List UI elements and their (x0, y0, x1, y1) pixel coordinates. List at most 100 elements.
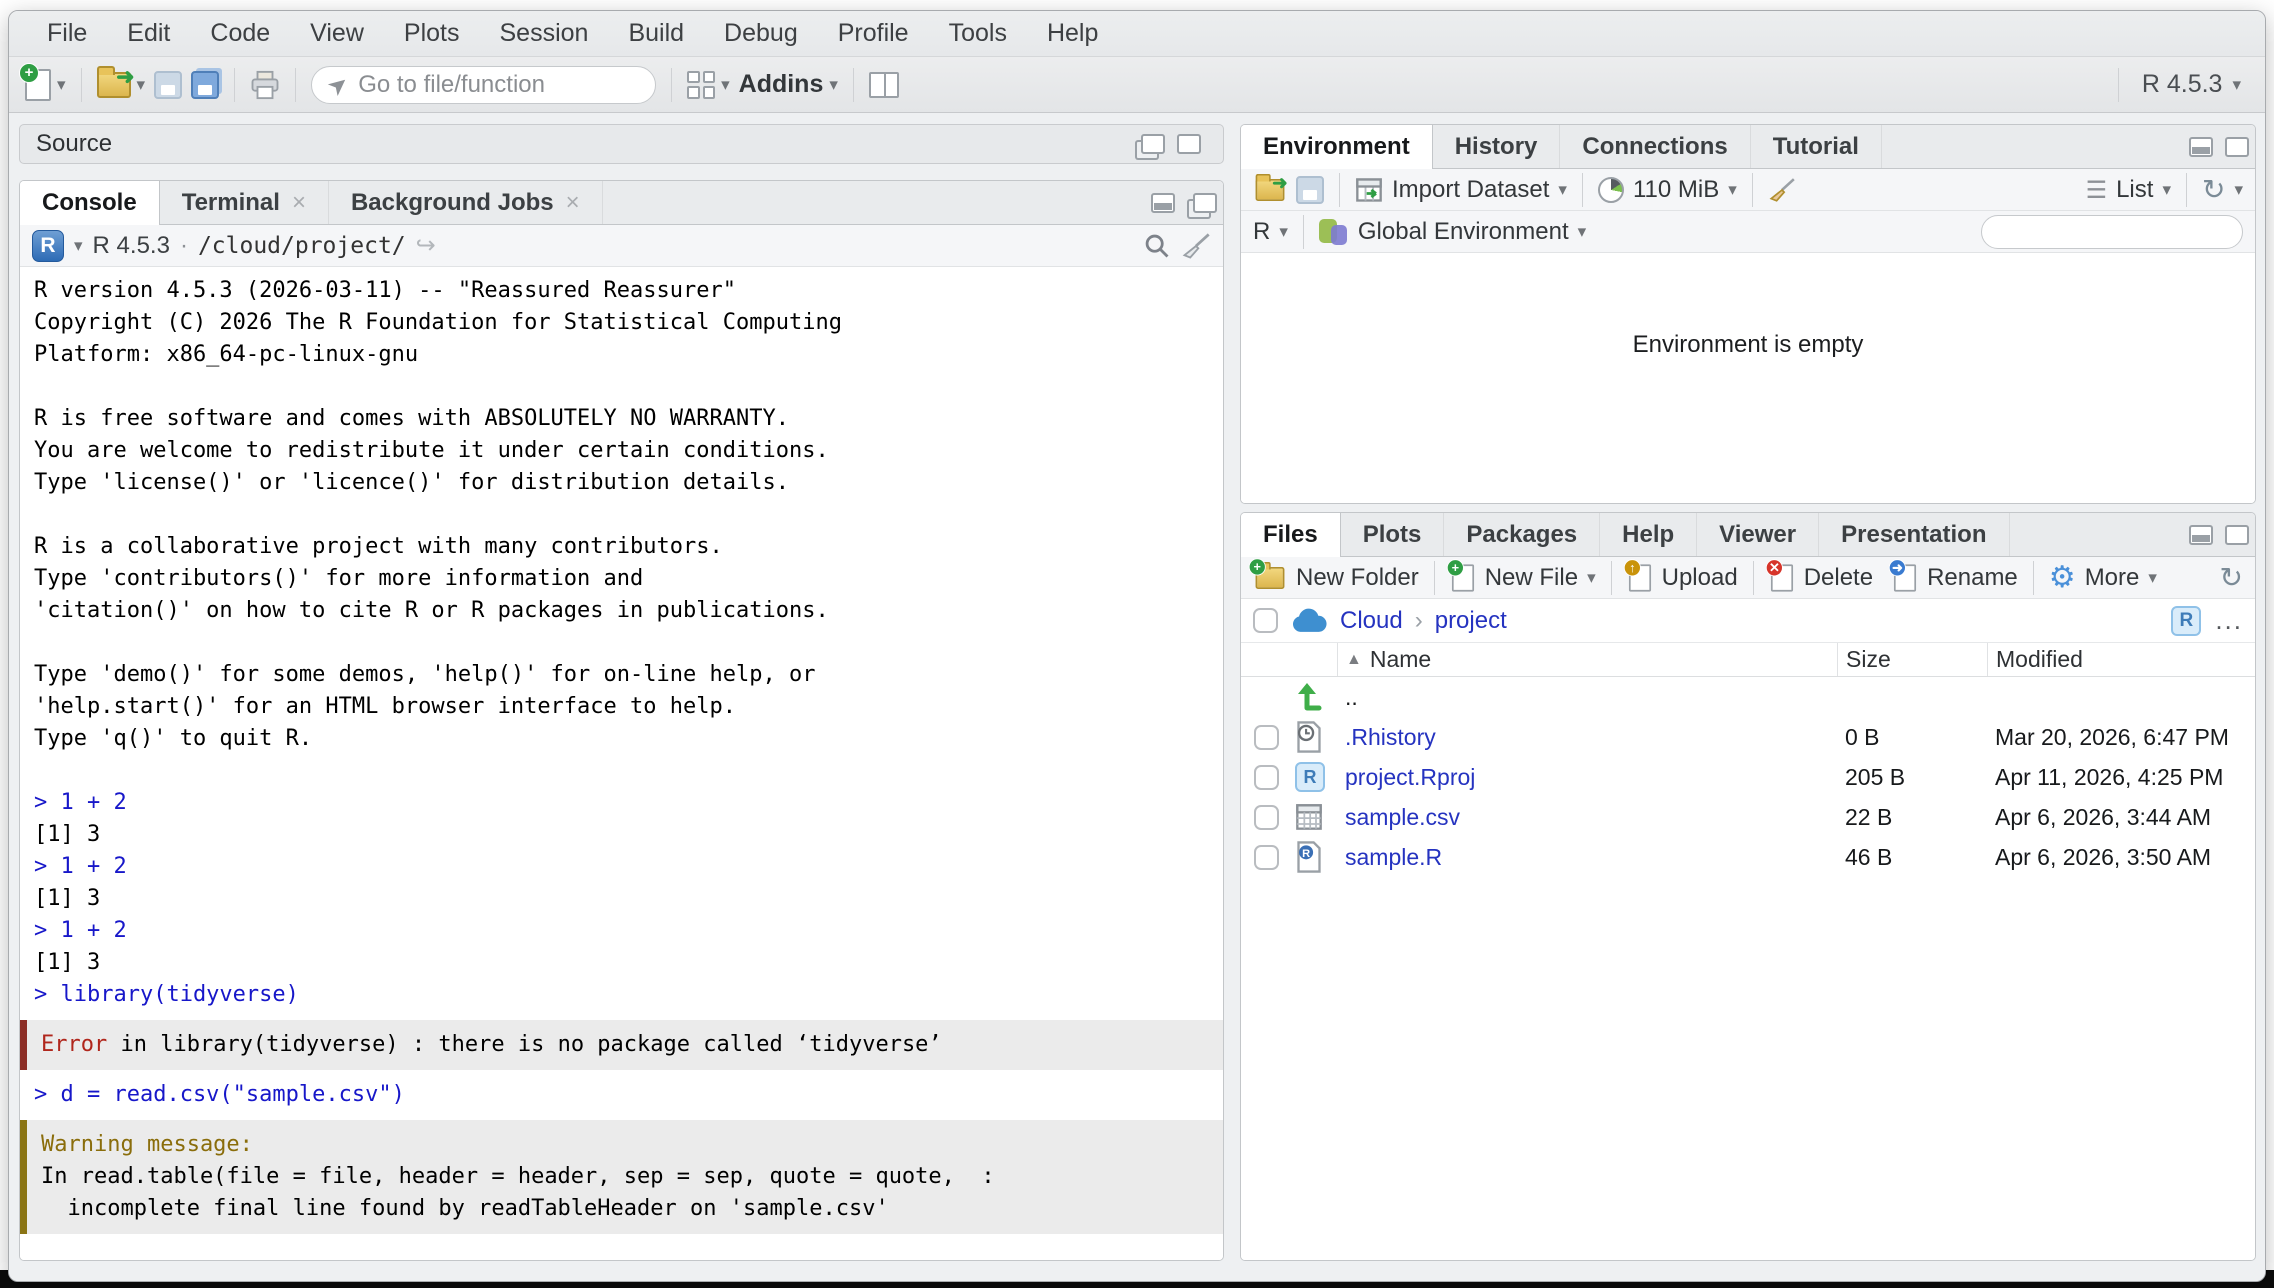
breadcrumb-cloud-link[interactable]: Cloud (1340, 607, 1403, 635)
save-workspace-icon[interactable] (1296, 176, 1324, 204)
r-project-badge-icon[interactable]: R (2171, 606, 2201, 636)
minimize-pane-icon[interactable] (1151, 193, 1175, 213)
chevron-down-icon[interactable]: ▾ (1728, 180, 1737, 200)
chevron-down-icon[interactable]: ▾ (829, 75, 838, 95)
minimize-pane-icon[interactable] (2189, 137, 2213, 157)
file-name-link[interactable]: sample.csv (1337, 804, 1837, 831)
chevron-down-icon[interactable]: ▾ (57, 75, 66, 95)
load-workspace-icon[interactable]: ➜ (1256, 178, 1285, 200)
menu-file[interactable]: File (27, 19, 107, 48)
chevron-down-icon[interactable]: ▾ (2148, 568, 2157, 588)
breadcrumb-project-link[interactable]: project (1435, 607, 1507, 635)
file-checkbox[interactable] (1254, 765, 1279, 790)
maximize-pane-icon[interactable] (2225, 137, 2249, 157)
menu-view[interactable]: View (290, 19, 384, 48)
breadcrumb-ellipsis-button[interactable]: ... (2215, 605, 2243, 636)
console-output[interactable]: R version 4.5.3 (2026-03-11) -- "Reassur… (20, 267, 1223, 1260)
chevron-down-icon[interactable]: ▾ (1558, 180, 1567, 200)
rename-button[interactable]: Rename (1927, 564, 2018, 592)
tab-connections[interactable]: Connections (1560, 125, 1750, 168)
delete-button[interactable]: Delete (1804, 564, 1873, 592)
tab-plots[interactable]: Plots (1341, 513, 1445, 556)
chevron-down-icon[interactable]: ▾ (721, 75, 730, 95)
new-file-button[interactable]: + ▾ (25, 69, 66, 101)
import-dataset-icon[interactable] (1355, 176, 1383, 204)
tab-files[interactable]: Files (1241, 513, 1341, 557)
tab-tutorial[interactable]: Tutorial (1751, 125, 1882, 168)
tab-presentation[interactable]: Presentation (1819, 513, 2009, 556)
tab-environment[interactable]: Environment (1241, 125, 1433, 169)
menu-edit[interactable]: Edit (107, 19, 190, 48)
workspace-panes-button[interactable]: ▾ (687, 71, 730, 99)
chevron-down-icon[interactable]: ▾ (137, 75, 146, 95)
file-name-link[interactable]: project.Rproj (1337, 764, 1837, 791)
addins-button[interactable]: Addins ▾ (739, 70, 838, 99)
menu-plots[interactable]: Plots (384, 19, 480, 48)
save-button[interactable] (154, 71, 182, 99)
menu-profile[interactable]: Profile (818, 19, 929, 48)
file-name-link[interactable]: .Rhistory (1337, 724, 1837, 751)
list-view-button[interactable]: List (2116, 176, 2153, 204)
environment-search-input[interactable] (1998, 219, 2256, 245)
select-all-checkbox[interactable] (1253, 608, 1278, 633)
clear-environment-broom-icon[interactable] (1768, 177, 1796, 203)
goto-file-function-box[interactable]: ➤ (311, 66, 656, 104)
refresh-icon[interactable]: ↻ (2202, 176, 2225, 204)
print-button[interactable] (250, 70, 280, 100)
save-all-button[interactable] (191, 71, 219, 99)
new-folder-button[interactable]: New Folder (1296, 564, 1419, 592)
tab-console[interactable]: Console (20, 181, 160, 225)
chevron-down-icon[interactable]: ▾ (1279, 222, 1288, 242)
chevron-down-icon[interactable]: ▾ (2234, 180, 2243, 200)
new-file-button[interactable]: New File (1485, 564, 1578, 592)
menu-session[interactable]: Session (480, 19, 609, 48)
column-header-size[interactable]: Size (1837, 643, 1987, 676)
file-checkbox[interactable] (1254, 725, 1279, 750)
tab-help[interactable]: Help (1600, 513, 1697, 556)
tab-background-jobs[interactable]: Background Jobs× (329, 181, 603, 224)
clear-console-broom-icon[interactable] (1181, 232, 1211, 260)
engine-selector[interactable]: R (1253, 218, 1270, 246)
environment-scope-selector[interactable]: Global Environment (1358, 218, 1569, 246)
menu-tools[interactable]: Tools (929, 19, 1027, 48)
tab-viewer[interactable]: Viewer (1697, 513, 1819, 556)
menu-code[interactable]: Code (190, 19, 290, 48)
chevron-down-icon[interactable]: ▾ (1587, 568, 1596, 588)
search-console-icon[interactable] (1143, 232, 1171, 260)
file-name-link[interactable]: sample.R (1337, 844, 1837, 871)
maximize-pane-icon[interactable] (1177, 134, 1201, 154)
more-button[interactable]: More (2085, 564, 2140, 592)
tab-history[interactable]: History (1433, 125, 1561, 168)
goto-file-function-input[interactable] (358, 71, 668, 99)
column-header-modified[interactable]: Modified (1987, 643, 2255, 676)
file-checkbox[interactable] (1254, 805, 1279, 830)
import-dataset-button[interactable]: Import Dataset (1392, 176, 1549, 204)
file-name-link[interactable]: .. (1337, 684, 1837, 711)
panes-layout-icon[interactable] (869, 72, 899, 98)
chevron-down-icon[interactable]: ▾ (74, 236, 83, 256)
refresh-icon[interactable]: ↻ (2220, 564, 2243, 592)
file-checkbox[interactable] (1254, 845, 1279, 870)
close-tab-icon[interactable]: × (566, 189, 580, 217)
restore-pane-icon[interactable] (1141, 134, 1165, 154)
open-file-button[interactable]: ➜ ▾ (97, 72, 146, 98)
source-pane-header[interactable]: Source (19, 124, 1224, 164)
r-version-selector[interactable]: R 4.5.3 ▾ (2134, 70, 2249, 99)
close-tab-icon[interactable]: × (292, 189, 306, 217)
menu-build[interactable]: Build (608, 19, 704, 48)
tab-terminal[interactable]: Terminal× (160, 181, 329, 224)
memory-usage-icon[interactable] (1598, 177, 1624, 203)
tab-packages[interactable]: Packages (1444, 513, 1600, 556)
environment-search-box[interactable] (1981, 215, 2243, 249)
goto-directory-icon[interactable]: ↪ (416, 231, 436, 260)
column-header-name[interactable]: ▲ Name (1337, 643, 1837, 676)
chevron-down-icon[interactable]: ▾ (2162, 180, 2171, 200)
restore-pane-icon[interactable] (1193, 193, 1217, 213)
memory-usage-label[interactable]: 110 MiB (1633, 176, 1719, 204)
menu-help[interactable]: Help (1027, 19, 1118, 48)
maximize-pane-icon[interactable] (2225, 525, 2249, 545)
minimize-pane-icon[interactable] (2189, 525, 2213, 545)
upload-button[interactable]: Upload (1662, 564, 1738, 592)
chevron-down-icon[interactable]: ▾ (1578, 222, 1587, 242)
menu-debug[interactable]: Debug (704, 19, 818, 48)
